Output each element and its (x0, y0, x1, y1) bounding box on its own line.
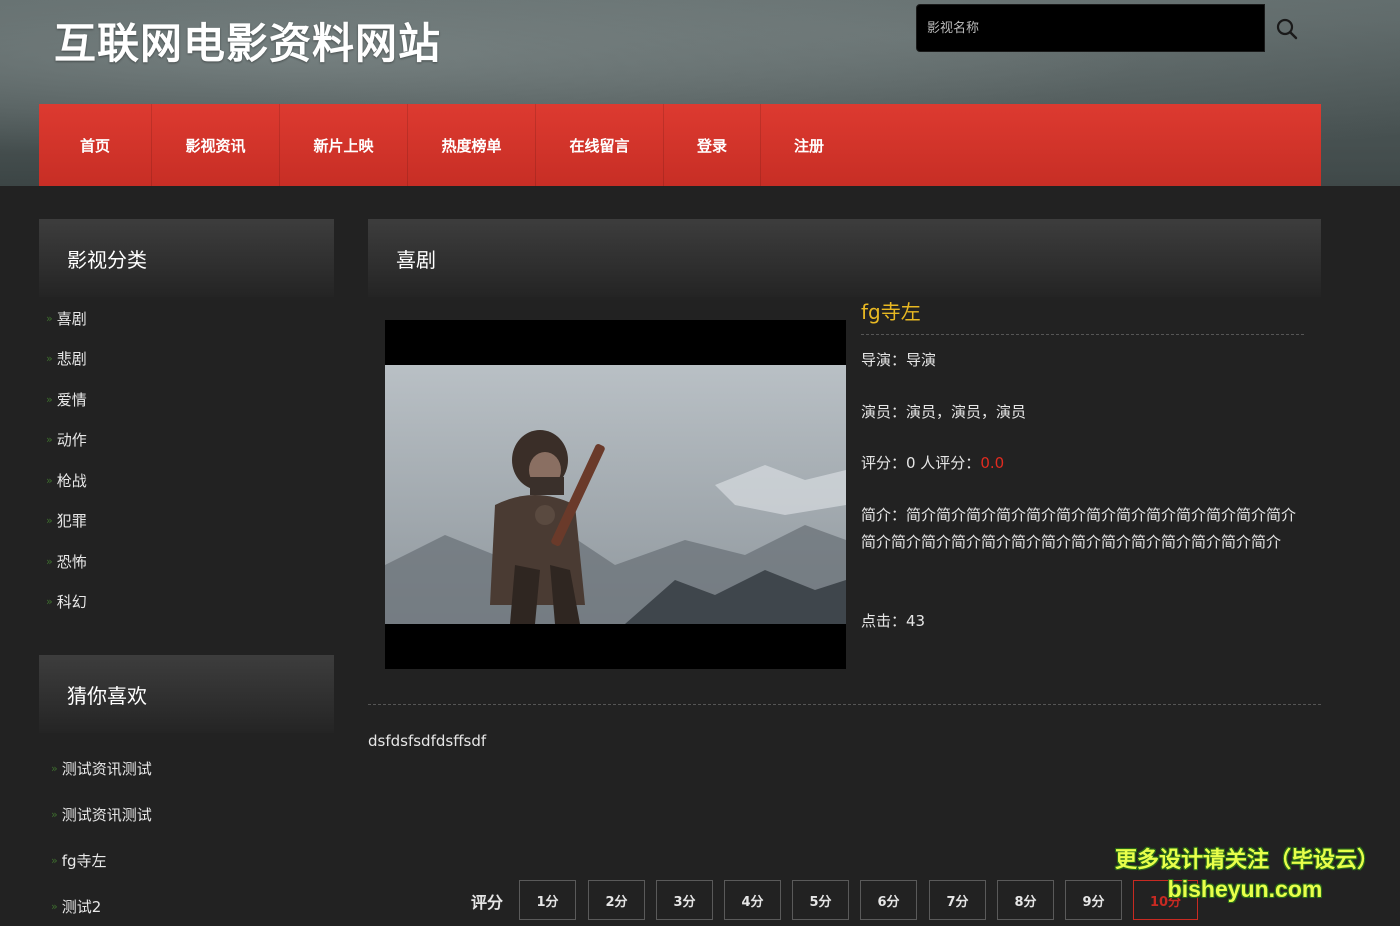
title-divider (861, 334, 1304, 335)
recommend-item[interactable]: » fg寺左 (51, 837, 152, 883)
rate-button-8[interactable]: 8分 (997, 880, 1054, 920)
chevron-right-icon: » (46, 392, 53, 406)
watermark-line-1: 更多设计请关注（毕设云） (1115, 848, 1380, 873)
recommend-label: 测试资讯测试 (61, 759, 152, 778)
chevron-right-icon: » (46, 473, 53, 487)
chevron-right-icon: » (51, 807, 58, 821)
recommend-label: 测试2 (61, 897, 102, 916)
category-label: 枪战 (56, 471, 87, 490)
rate-button-9[interactable]: 9分 (1065, 880, 1122, 920)
nav-item-register[interactable]: 注册 (761, 104, 857, 186)
chevron-right-icon: » (46, 514, 53, 528)
chevron-right-icon: » (51, 853, 58, 867)
rating-prefix: 评分：0 人评分： (861, 454, 981, 472)
category-label: 喜剧 (56, 309, 87, 328)
category-heading: 喜剧 (368, 219, 1321, 297)
nav-item-news[interactable]: 影视资讯 (152, 104, 280, 186)
recommend-label: 测试资讯测试 (61, 805, 152, 824)
recommend-item[interactable]: » 测试资讯测试 (51, 745, 152, 791)
actors-line: 演员：演员，演员，演员 (861, 403, 1027, 421)
category-label: 科幻 (56, 593, 87, 612)
category-item[interactable]: » 喜剧 (46, 298, 87, 339)
nav-item-new-releases[interactable]: 新片上映 (280, 104, 408, 186)
category-label: 爱情 (56, 390, 87, 409)
nav-item-login[interactable]: 登录 (664, 104, 761, 186)
chevron-right-icon: » (46, 595, 53, 609)
rate-button-7[interactable]: 7分 (929, 880, 986, 920)
category-list: » 喜剧 » 悲剧 » 爱情 » 动作 » 枪战 » 犯罪 » 恐怖 » 科幻 (46, 298, 87, 622)
search-input[interactable] (916, 4, 1265, 52)
poster-image (385, 365, 846, 624)
recommend-item[interactable]: » 测试资讯测试 (51, 791, 152, 837)
rate-button-3[interactable]: 3分 (656, 880, 713, 920)
director-line: 导演：导演 (861, 351, 937, 369)
movie-description: dsfdsfsdfdsffsdf (368, 732, 487, 750)
recommend-item[interactable]: » 测试2 (51, 883, 152, 926)
intro-text: 简介：简介简介简介简介简介简介简介简介简介简介简介简介简介简介简介简介简介简介简… (861, 506, 1297, 551)
recommend-label: fg寺左 (61, 851, 107, 870)
category-item[interactable]: » 爱情 (46, 379, 87, 420)
movie-poster[interactable] (385, 320, 846, 669)
rating-line: 评分：0 人评分：0.0 (861, 452, 1004, 473)
category-item[interactable]: » 枪战 (46, 460, 87, 501)
rate-button-1[interactable]: 1分 (519, 880, 576, 920)
content-divider (368, 704, 1321, 705)
category-item[interactable]: » 动作 (46, 420, 87, 461)
categories-title: 影视分类 (39, 219, 334, 297)
rate-button-5[interactable]: 5分 (792, 880, 849, 920)
recommend-title: 猜你喜欢 (39, 655, 334, 733)
category-item[interactable]: » 科幻 (46, 582, 87, 623)
chevron-right-icon: » (46, 311, 53, 325)
chevron-right-icon: » (46, 433, 53, 447)
category-label: 悲剧 (56, 350, 87, 369)
category-item[interactable]: » 恐怖 (46, 541, 87, 582)
category-label: 动作 (56, 431, 87, 450)
main-nav: 首页 影视资讯 新片上映 热度榜单 在线留言 登录 注册 (39, 104, 1321, 186)
rate-label: 评分 (471, 893, 504, 912)
poster-scene-icon (385, 365, 846, 624)
page-header: 互联网电影资料网站 首页 影视资讯 新片上映 热度榜单 在线留言 登录 注册 (0, 0, 1400, 186)
category-label: 犯罪 (56, 512, 87, 531)
chevron-right-icon: » (51, 761, 58, 775)
movie-title: fg寺左 (861, 300, 921, 324)
clicks-line: 点击：43 (861, 612, 926, 630)
rate-button-6[interactable]: 6分 (860, 880, 917, 920)
nav-item-home[interactable]: 首页 (39, 104, 152, 186)
site-title: 互联网电影资料网站 (54, 19, 442, 68)
category-item[interactable]: » 悲剧 (46, 339, 87, 380)
recommend-list: » 测试资讯测试 » 测试资讯测试 » fg寺左 » 测试2 (51, 745, 152, 926)
nav-item-hot-list[interactable]: 热度榜单 (408, 104, 536, 186)
rate-button-4[interactable]: 4分 (724, 880, 781, 920)
nav-item-message[interactable]: 在线留言 (536, 104, 664, 186)
chevron-right-icon: » (51, 899, 58, 913)
search-icon (1276, 18, 1298, 40)
category-label: 恐怖 (56, 552, 87, 571)
search-button[interactable] (1272, 14, 1302, 44)
category-item[interactable]: » 犯罪 (46, 501, 87, 542)
rate-button-2[interactable]: 2分 (588, 880, 645, 920)
rate-button-10[interactable]: 10分 (1133, 880, 1198, 920)
chevron-right-icon: » (46, 554, 53, 568)
rating-value: 0.0 (980, 454, 1005, 472)
chevron-right-icon: » (46, 352, 53, 366)
